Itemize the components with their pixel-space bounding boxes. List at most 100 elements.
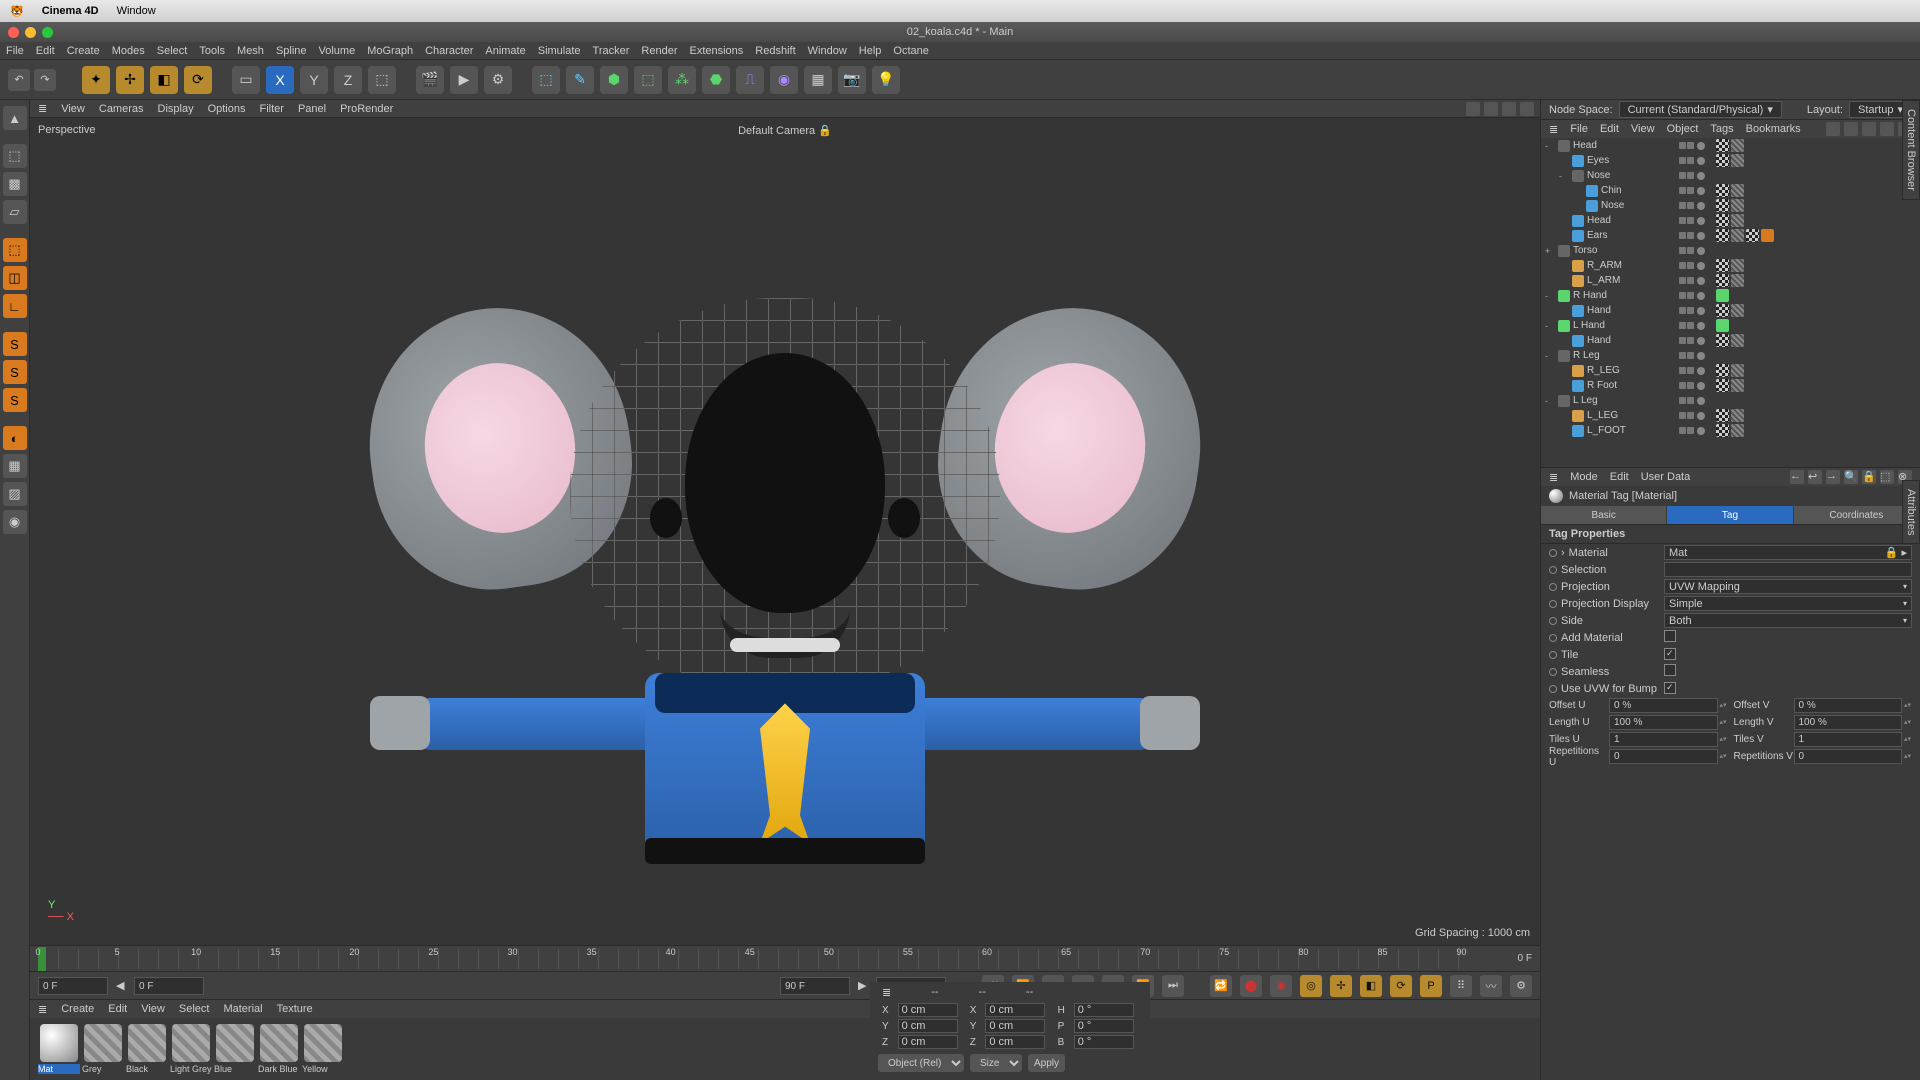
preview-end-field[interactable]: 90 F: [780, 977, 850, 995]
vp-nav-icon[interactable]: [1520, 102, 1534, 116]
main-toolbar[interactable]: ↶ ↷ ✦ ✢ ◧ ⟳ ▭ X Y Z ⬚ 🎬 ▶ ⚙ ⬚ ✎ ⬢ ⬚ ⁂ ⬣ …: [0, 60, 1920, 100]
attribute-body[interactable]: ›MaterialMat🔒 ▸ Selection ProjectionUVW …: [1541, 544, 1920, 1080]
add-cube-button[interactable]: ⬚: [532, 66, 560, 94]
add-spline-button[interactable]: ✎: [566, 66, 594, 94]
object-name-label[interactable]: Nose: [1587, 170, 1655, 181]
main-menubar[interactable]: FileEditCreateModesSelectToolsMeshSpline…: [0, 42, 1920, 60]
om-row[interactable]: Hand: [1541, 303, 1920, 318]
object-name-label[interactable]: Chin: [1601, 185, 1669, 196]
tree-toggle-icon[interactable]: -: [1545, 396, 1555, 406]
add-deformer-button[interactable]: ⎍: [736, 66, 764, 94]
minimize-icon[interactable]: [25, 27, 36, 38]
om-row[interactable]: -L Leg: [1541, 393, 1920, 408]
object-tag-icon[interactable]: [1716, 319, 1729, 332]
coord-size-select[interactable]: Size: [970, 1054, 1022, 1072]
side-select[interactable]: Both▾: [1664, 613, 1912, 628]
vp-menu-filter[interactable]: Filter: [260, 103, 284, 115]
om-toolbar-icon[interactable]: [1862, 122, 1876, 136]
object-tag-icon[interactable]: [1761, 229, 1774, 242]
menu-spline[interactable]: Spline: [276, 45, 307, 57]
layer-dot-icon[interactable]: [1697, 157, 1705, 165]
mat-menu-material[interactable]: Material: [223, 1003, 262, 1015]
visibility-dots[interactable]: [1679, 427, 1694, 434]
projection-display-select[interactable]: Simple▾: [1664, 596, 1912, 611]
layer-dot-icon[interactable]: [1697, 232, 1705, 240]
pos-key-button[interactable]: ✢: [1330, 975, 1352, 997]
param-key-button[interactable]: P: [1420, 975, 1442, 997]
viewport-menubar[interactable]: ≣ ViewCamerasDisplayOptionsFilterPanelPr…: [30, 100, 1540, 118]
x-axis-button[interactable]: X: [266, 66, 294, 94]
object-name-label[interactable]: R Foot: [1587, 380, 1655, 391]
om-row[interactable]: R_ARM: [1541, 258, 1920, 273]
make-editable-button[interactable]: ▲: [3, 106, 27, 130]
layer-dot-icon[interactable]: [1697, 352, 1705, 360]
vp-menu-prorender[interactable]: ProRender: [340, 103, 393, 115]
key-options-button[interactable]: ⚙: [1510, 975, 1532, 997]
object-tag-icon[interactable]: [1731, 334, 1744, 347]
mac-app-name[interactable]: Cinema 4D: [42, 5, 99, 17]
size-y-field[interactable]: 0 cm: [985, 1019, 1045, 1033]
visibility-dots[interactable]: [1679, 367, 1694, 374]
add-environment-button[interactable]: ▦: [804, 66, 832, 94]
move-tool-button[interactable]: ✢: [116, 66, 144, 94]
layer-dot-icon[interactable]: [1697, 412, 1705, 420]
menu-mesh[interactable]: Mesh: [237, 45, 264, 57]
offset-u-field[interactable]: 0 %: [1609, 698, 1718, 713]
object-tag-icon[interactable]: [1731, 259, 1744, 272]
visibility-dots[interactable]: [1679, 217, 1694, 224]
object-name-label[interactable]: L_LEG: [1587, 410, 1655, 421]
useuvw-checkbox[interactable]: [1664, 682, 1676, 694]
goto-end-button[interactable]: ⏭: [1162, 975, 1184, 997]
visibility-dots[interactable]: [1679, 382, 1694, 389]
object-tag-icon[interactable]: [1716, 409, 1729, 422]
menu-tools[interactable]: Tools: [199, 45, 225, 57]
object-name-label[interactable]: Head: [1573, 140, 1641, 151]
object-name-label[interactable]: R_ARM: [1587, 260, 1655, 271]
material-swatches[interactable]: MatGreyBlackLight GreyBlueDark BlueYello…: [30, 1018, 1540, 1080]
last-tool-button[interactable]: ▭: [232, 66, 260, 94]
size-x-field[interactable]: 0 cm: [985, 1003, 1045, 1017]
layer-dot-icon[interactable]: [1697, 262, 1705, 270]
koala-model[interactable]: [570, 298, 1000, 698]
object-name-label[interactable]: L_ARM: [1587, 275, 1655, 286]
snap-2-button[interactable]: S: [3, 360, 27, 384]
material-field[interactable]: Mat🔒 ▸: [1664, 545, 1912, 560]
tree-toggle-icon[interactable]: -: [1545, 141, 1555, 151]
attribute-tabs[interactable]: BasicTagCoordinates: [1541, 506, 1920, 524]
menu-octane[interactable]: Octane: [893, 45, 928, 57]
model-mode-button[interactable]: ⬚: [3, 144, 27, 168]
om-row[interactable]: Eyes: [1541, 153, 1920, 168]
layer-dot-icon[interactable]: [1697, 217, 1705, 225]
om-row[interactable]: - Head: [1541, 138, 1920, 153]
projection-select[interactable]: UVW Mapping▾: [1664, 579, 1912, 594]
visibility-dots[interactable]: [1679, 142, 1694, 149]
om-row[interactable]: L_ARM: [1541, 273, 1920, 288]
tree-toggle-icon[interactable]: -: [1545, 291, 1555, 301]
ao-button[interactable]: ◉: [3, 510, 27, 534]
object-name-label[interactable]: Eyes: [1587, 155, 1655, 166]
om-row[interactable]: Chin: [1541, 183, 1920, 198]
om-menu-tags[interactable]: Tags: [1710, 123, 1733, 135]
z-axis-button[interactable]: Z: [334, 66, 362, 94]
hamburger-icon[interactable]: ≣: [882, 986, 891, 1002]
redo-button[interactable]: ↷: [34, 69, 56, 91]
menu-volume[interactable]: Volume: [319, 45, 356, 57]
layer-dot-icon[interactable]: [1697, 142, 1705, 150]
mac-window-menu[interactable]: Window: [117, 5, 156, 17]
coordinates-panel[interactable]: ≣ ------ X0 cm X0 cm H0 ° Y0 cm Y0 cm P0…: [870, 982, 1150, 1076]
pos-z-field[interactable]: 0 cm: [898, 1035, 958, 1049]
object-tag-icon[interactable]: [1716, 289, 1729, 302]
add-generator-button[interactable]: ⬢: [600, 66, 628, 94]
vp-nav-icon[interactable]: [1466, 102, 1480, 116]
playback-bar[interactable]: 0 F ◀ 0 F 90 F ▶ 90 F ⏮ ⏪ ◀ ▶ ▶ ⏩ ⏭ 🔁 ⬤ …: [30, 971, 1540, 999]
timeline-track[interactable]: 051015202530354045505560657075808590: [38, 949, 1462, 969]
reps-v-field[interactable]: 0: [1794, 749, 1903, 764]
layer-dot-icon[interactable]: [1697, 337, 1705, 345]
menu-tracker[interactable]: Tracker: [593, 45, 630, 57]
object-tag-icon[interactable]: [1716, 199, 1729, 212]
add-subdivision-button[interactable]: ⬚: [634, 66, 662, 94]
menu-select[interactable]: Select: [157, 45, 188, 57]
rotate-tool-button[interactable]: ⟳: [184, 66, 212, 94]
vp-menu-view[interactable]: View: [61, 103, 85, 115]
layer-dot-icon[interactable]: [1697, 367, 1705, 375]
